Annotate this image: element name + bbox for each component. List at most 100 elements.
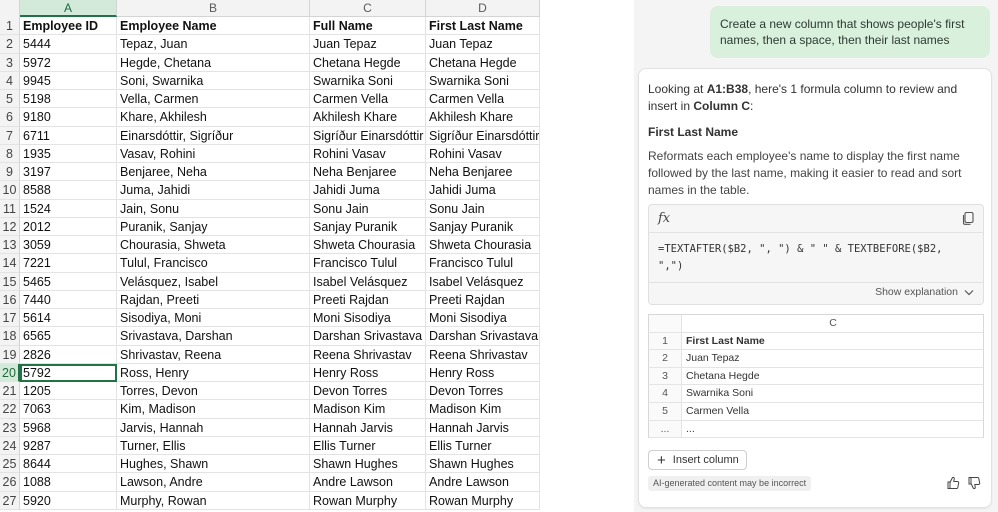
cell-employee-id[interactable]: 9180	[20, 108, 117, 127]
cell-employee-id[interactable]: 1205	[20, 382, 117, 401]
show-explanation-button[interactable]: Show explanation	[875, 286, 974, 298]
cell-full-name[interactable]: Rowan Murphy	[310, 491, 426, 510]
row-number[interactable]: 17	[0, 309, 20, 328]
cell-first-last-name[interactable]: Madison Kim	[426, 400, 540, 419]
cell-employee-id[interactable]: 5920	[20, 491, 117, 510]
cell-employee-id[interactable]: 6565	[20, 327, 117, 346]
cell-first-last-name[interactable]: Akhilesh Khare	[426, 108, 540, 127]
cell-first-last-name[interactable]: Ellis Turner	[426, 436, 540, 455]
cell-employee-id[interactable]: 5465	[20, 272, 117, 291]
cell-employee-name[interactable]: Puranik, Sanjay	[117, 217, 310, 236]
row-number[interactable]: 8	[0, 144, 20, 163]
cell-employee-name[interactable]: Hegde, Chetana	[117, 53, 310, 72]
cell-first-last-name[interactable]: Darshan Srivastava	[426, 327, 540, 346]
select-all-corner[interactable]	[0, 0, 20, 17]
column-header-d[interactable]: D	[426, 0, 540, 17]
cell-employee-id[interactable]: 1088	[20, 473, 117, 492]
cell-employee-name[interactable]: Jarvis, Hannah	[117, 418, 310, 437]
cell-employee-name[interactable]: Khare, Akhilesh	[117, 108, 310, 127]
row-number[interactable]: 7	[0, 126, 20, 145]
cell-first-last-name[interactable]: Neha Benjaree	[426, 163, 540, 182]
cell-first-last-name[interactable]: Hannah Jarvis	[426, 418, 540, 437]
cell-employee-name[interactable]: Jain, Sonu	[117, 199, 310, 218]
cell-employee-id[interactable]: 5198	[20, 90, 117, 109]
cell-employee-name[interactable]: Tulul, Francisco	[117, 254, 310, 273]
cell-employee-name[interactable]: Chourasia, Shweta	[117, 236, 310, 255]
cell-employee-name[interactable]: Kim, Madison	[117, 400, 310, 419]
row-number[interactable]: 5	[0, 90, 20, 109]
cell-first-last-name[interactable]: Shweta Chourasia	[426, 236, 540, 255]
cell-full-name[interactable]: Devon Torres	[310, 382, 426, 401]
cell-employee-name[interactable]: Tepaz, Juan	[117, 35, 310, 54]
cell-employee-id[interactable]: 9287	[20, 436, 117, 455]
cell-first-last-name[interactable]: Devon Torres	[426, 382, 540, 401]
cell-employee-id[interactable]: 5614	[20, 309, 117, 328]
cell-first-last-name[interactable]: Henry Ross	[426, 363, 540, 382]
header-first-last-name[interactable]: First Last Name	[426, 17, 540, 36]
cell-full-name[interactable]: Juan Tepaz	[310, 35, 426, 54]
cell-employee-name[interactable]: Murphy, Rowan	[117, 491, 310, 510]
cell-employee-name[interactable]: Soni, Swarnika	[117, 71, 310, 90]
cell-employee-name[interactable]: Velásquez, Isabel	[117, 272, 310, 291]
header-full-name[interactable]: Full Name	[310, 17, 426, 36]
cell-employee-id[interactable]: 2826	[20, 345, 117, 364]
cell-first-last-name[interactable]: Swarnika Soni	[426, 71, 540, 90]
copy-icon[interactable]	[961, 211, 975, 225]
cell-first-last-name[interactable]: Juan Tepaz	[426, 35, 540, 54]
cell-full-name[interactable]: Swarnika Soni	[310, 71, 426, 90]
row-number[interactable]: 12	[0, 217, 20, 236]
cell-first-last-name[interactable]: Reena Shrivastav	[426, 345, 540, 364]
cell-employee-id[interactable]: 8588	[20, 181, 117, 200]
cell-full-name[interactable]: Sigríður Einarsdóttir	[310, 126, 426, 145]
row-number[interactable]: 18	[0, 327, 20, 346]
cell-first-last-name[interactable]: Chetana Hegde	[426, 53, 540, 72]
cell-full-name[interactable]: Chetana Hegde	[310, 53, 426, 72]
row-number[interactable]: 4	[0, 71, 20, 90]
cell-employee-id[interactable]: 1524	[20, 199, 117, 218]
cell-first-last-name[interactable]: Francisco Tulul	[426, 254, 540, 273]
cell-first-last-name[interactable]: Rowan Murphy	[426, 491, 540, 510]
cell-first-last-name[interactable]: Jahidi Juma	[426, 181, 540, 200]
cell-employee-id[interactable]: 8644	[20, 455, 117, 474]
cell-employee-name[interactable]: Torres, Devon	[117, 382, 310, 401]
cell-employee-id[interactable]: 3059	[20, 236, 117, 255]
cell-full-name[interactable]: Shweta Chourasia	[310, 236, 426, 255]
cell-first-last-name[interactable]: Shawn Hughes	[426, 455, 540, 474]
cell-full-name[interactable]: Rohini Vasav	[310, 144, 426, 163]
row-number[interactable]: 6	[0, 108, 20, 127]
cell-full-name[interactable]: Preeti Rajdan	[310, 290, 426, 309]
column-header-a[interactable]: A	[20, 0, 117, 17]
row-number[interactable]: 16	[0, 290, 20, 309]
cell-employee-name[interactable]: Sisodiya, Moni	[117, 309, 310, 328]
cell-full-name[interactable]: Ellis Turner	[310, 436, 426, 455]
cell-employee-name[interactable]: Juma, Jahidi	[117, 181, 310, 200]
cell-employee-name[interactable]: Ross, Henry	[117, 363, 310, 382]
thumbs-down-icon[interactable]	[967, 476, 981, 490]
column-header-b[interactable]: B	[117, 0, 310, 17]
row-number[interactable]: 21	[0, 382, 20, 401]
cell-employee-name[interactable]: Shrivastav, Reena	[117, 345, 310, 364]
cell-employee-name[interactable]: Hughes, Shawn	[117, 455, 310, 474]
cell-full-name[interactable]: Sanjay Puranik	[310, 217, 426, 236]
cell-first-last-name[interactable]: Preeti Rajdan	[426, 290, 540, 309]
cell-full-name[interactable]: Sonu Jain	[310, 199, 426, 218]
cell-full-name[interactable]: Isabel Velásquez	[310, 272, 426, 291]
row-number[interactable]: 20	[0, 363, 20, 382]
cell-employee-name[interactable]: Vella, Carmen	[117, 90, 310, 109]
cell-first-last-name[interactable]: Andre Lawson	[426, 473, 540, 492]
cell-full-name[interactable]: Neha Benjaree	[310, 163, 426, 182]
cell-employee-id[interactable]: 7063	[20, 400, 117, 419]
cell-employee-id[interactable]: 5972	[20, 53, 117, 72]
cell-employee-id[interactable]: 5792	[20, 363, 117, 382]
thumbs-up-icon[interactable]	[946, 476, 960, 490]
cell-full-name[interactable]: Andre Lawson	[310, 473, 426, 492]
cell-full-name[interactable]: Carmen Vella	[310, 90, 426, 109]
cell-employee-id[interactable]: 5444	[20, 35, 117, 54]
cell-employee-id[interactable]: 7440	[20, 290, 117, 309]
cell-employee-id[interactable]: 5968	[20, 418, 117, 437]
cell-first-last-name[interactable]: Moni Sisodiya	[426, 309, 540, 328]
cell-employee-id[interactable]: 2012	[20, 217, 117, 236]
cell-employee-id[interactable]: 6711	[20, 126, 117, 145]
cell-employee-name[interactable]: Rajdan, Preeti	[117, 290, 310, 309]
row-number[interactable]: 19	[0, 345, 20, 364]
